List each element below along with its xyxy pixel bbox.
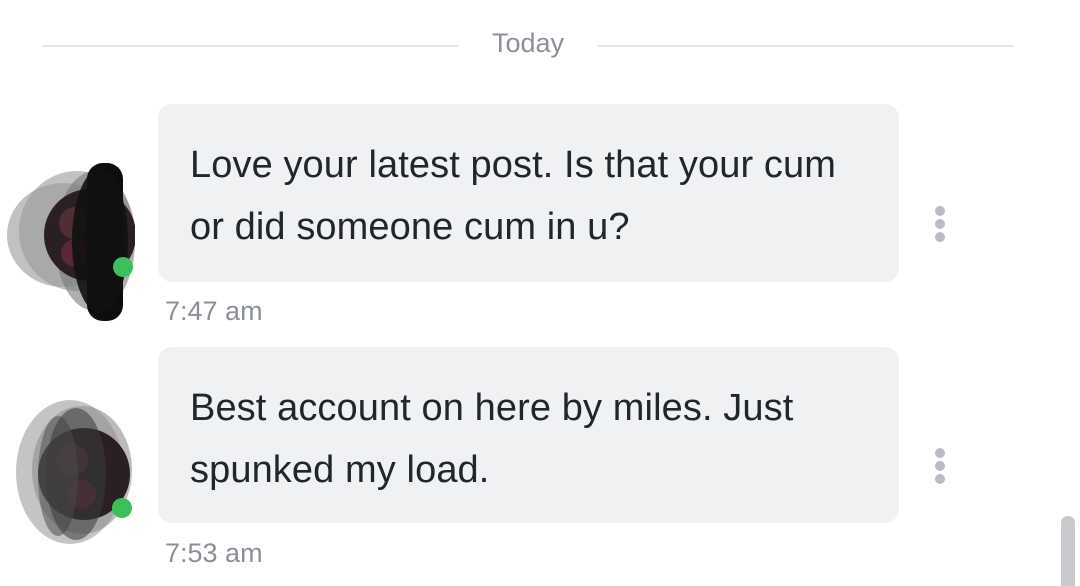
- online-status-dot: [112, 498, 132, 518]
- divider-line-right: [598, 45, 1014, 47]
- message-bubble[interactable]: Best account on here by miles. Just spun…: [158, 347, 899, 523]
- avatar-image: [7, 163, 135, 321]
- message-bubble[interactable]: Love your latest post. Is that your cum …: [158, 104, 899, 282]
- divider-line-left: [42, 45, 458, 47]
- avatar[interactable]: [12, 390, 142, 550]
- more-vertical-icon[interactable]: [926, 205, 954, 245]
- more-vertical-icon[interactable]: [926, 447, 954, 487]
- date-divider: Today: [42, 25, 1014, 65]
- message-timestamp: 7:53 am: [165, 538, 263, 568]
- online-status-dot: [113, 257, 133, 277]
- avatar-image: [16, 400, 132, 544]
- date-divider-label: Today: [491, 28, 565, 58]
- message-text: Best account on here by miles. Just spun…: [190, 387, 794, 491]
- message-timestamp: 7:47 am: [165, 296, 263, 326]
- avatar[interactable]: [5, 163, 135, 323]
- message-text: Love your latest post. Is that your cum …: [190, 144, 836, 248]
- scrollbar-thumb[interactable]: [1061, 516, 1075, 586]
- chat-thread: Today Love your latest post. Is that you…: [0, 0, 1080, 586]
